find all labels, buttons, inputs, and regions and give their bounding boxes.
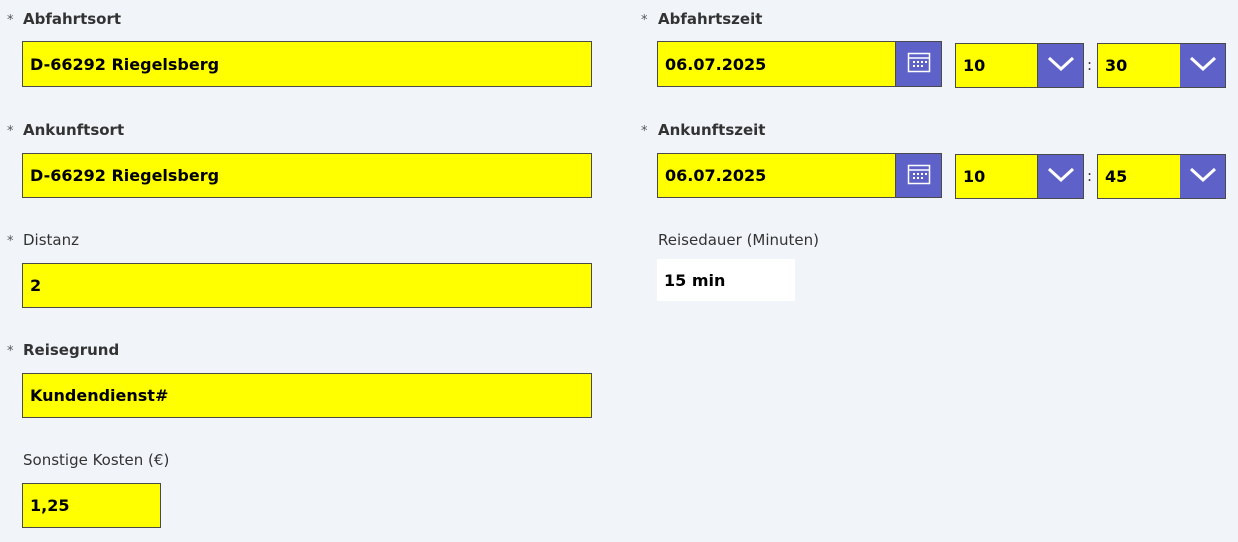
distance-label: Distanz [23,231,79,249]
trip-reason-label: Reisegrund [23,341,120,359]
chevron-down-icon [1047,56,1075,76]
arrival-place-label: Ankunftsort [23,121,125,139]
departure-time-label: Abfahrtszeit [658,10,763,28]
calendar-icon [907,163,931,189]
distance-input[interactable]: 2 [22,263,592,308]
departure-date-input[interactable]: 06.07.2025 [657,41,896,87]
departure-hour-dropdown-button[interactable] [1038,43,1084,88]
required-marker: * [7,344,14,359]
departure-minute-dropdown-button[interactable] [1180,43,1226,88]
other-costs-input[interactable]: 1,25 [22,483,161,528]
arrival-hour-dropdown-button[interactable] [1038,154,1084,199]
arrival-time-label: Ankunftszeit [658,121,766,139]
departure-place-input[interactable]: D-66292 Riegelsberg [22,41,592,87]
chevron-down-icon [1047,167,1075,187]
arrival-hour-select[interactable]: 10 [955,154,1038,199]
time-separator: : [1087,56,1093,74]
required-marker: * [7,13,14,28]
departure-date-picker-button[interactable] [896,41,942,87]
arrival-date-picker-button[interactable] [896,153,942,198]
required-marker: * [7,234,14,249]
arrival-date-input[interactable]: 06.07.2025 [657,153,896,198]
required-marker: * [7,124,14,139]
chevron-down-icon [1189,56,1217,76]
arrival-place-input[interactable]: D-66292 Riegelsberg [22,153,592,198]
duration-value: 15 min [657,259,795,301]
duration-label: Reisedauer (Minuten) [658,231,820,249]
required-marker: * [641,124,648,139]
arrival-minute-dropdown-button[interactable] [1180,154,1226,199]
chevron-down-icon [1189,167,1217,187]
required-marker: * [641,13,648,28]
departure-minute-select[interactable]: 30 [1097,43,1181,88]
time-separator: : [1087,167,1093,185]
other-costs-label: Sonstige Kosten (€) [23,451,170,469]
arrival-minute-select[interactable]: 45 [1097,154,1181,199]
trip-reason-input[interactable]: Kundendienst# [22,373,592,418]
departure-hour-select[interactable]: 10 [955,43,1038,88]
calendar-icon [907,51,931,77]
departure-place-label: Abfahrtsort [23,10,122,28]
